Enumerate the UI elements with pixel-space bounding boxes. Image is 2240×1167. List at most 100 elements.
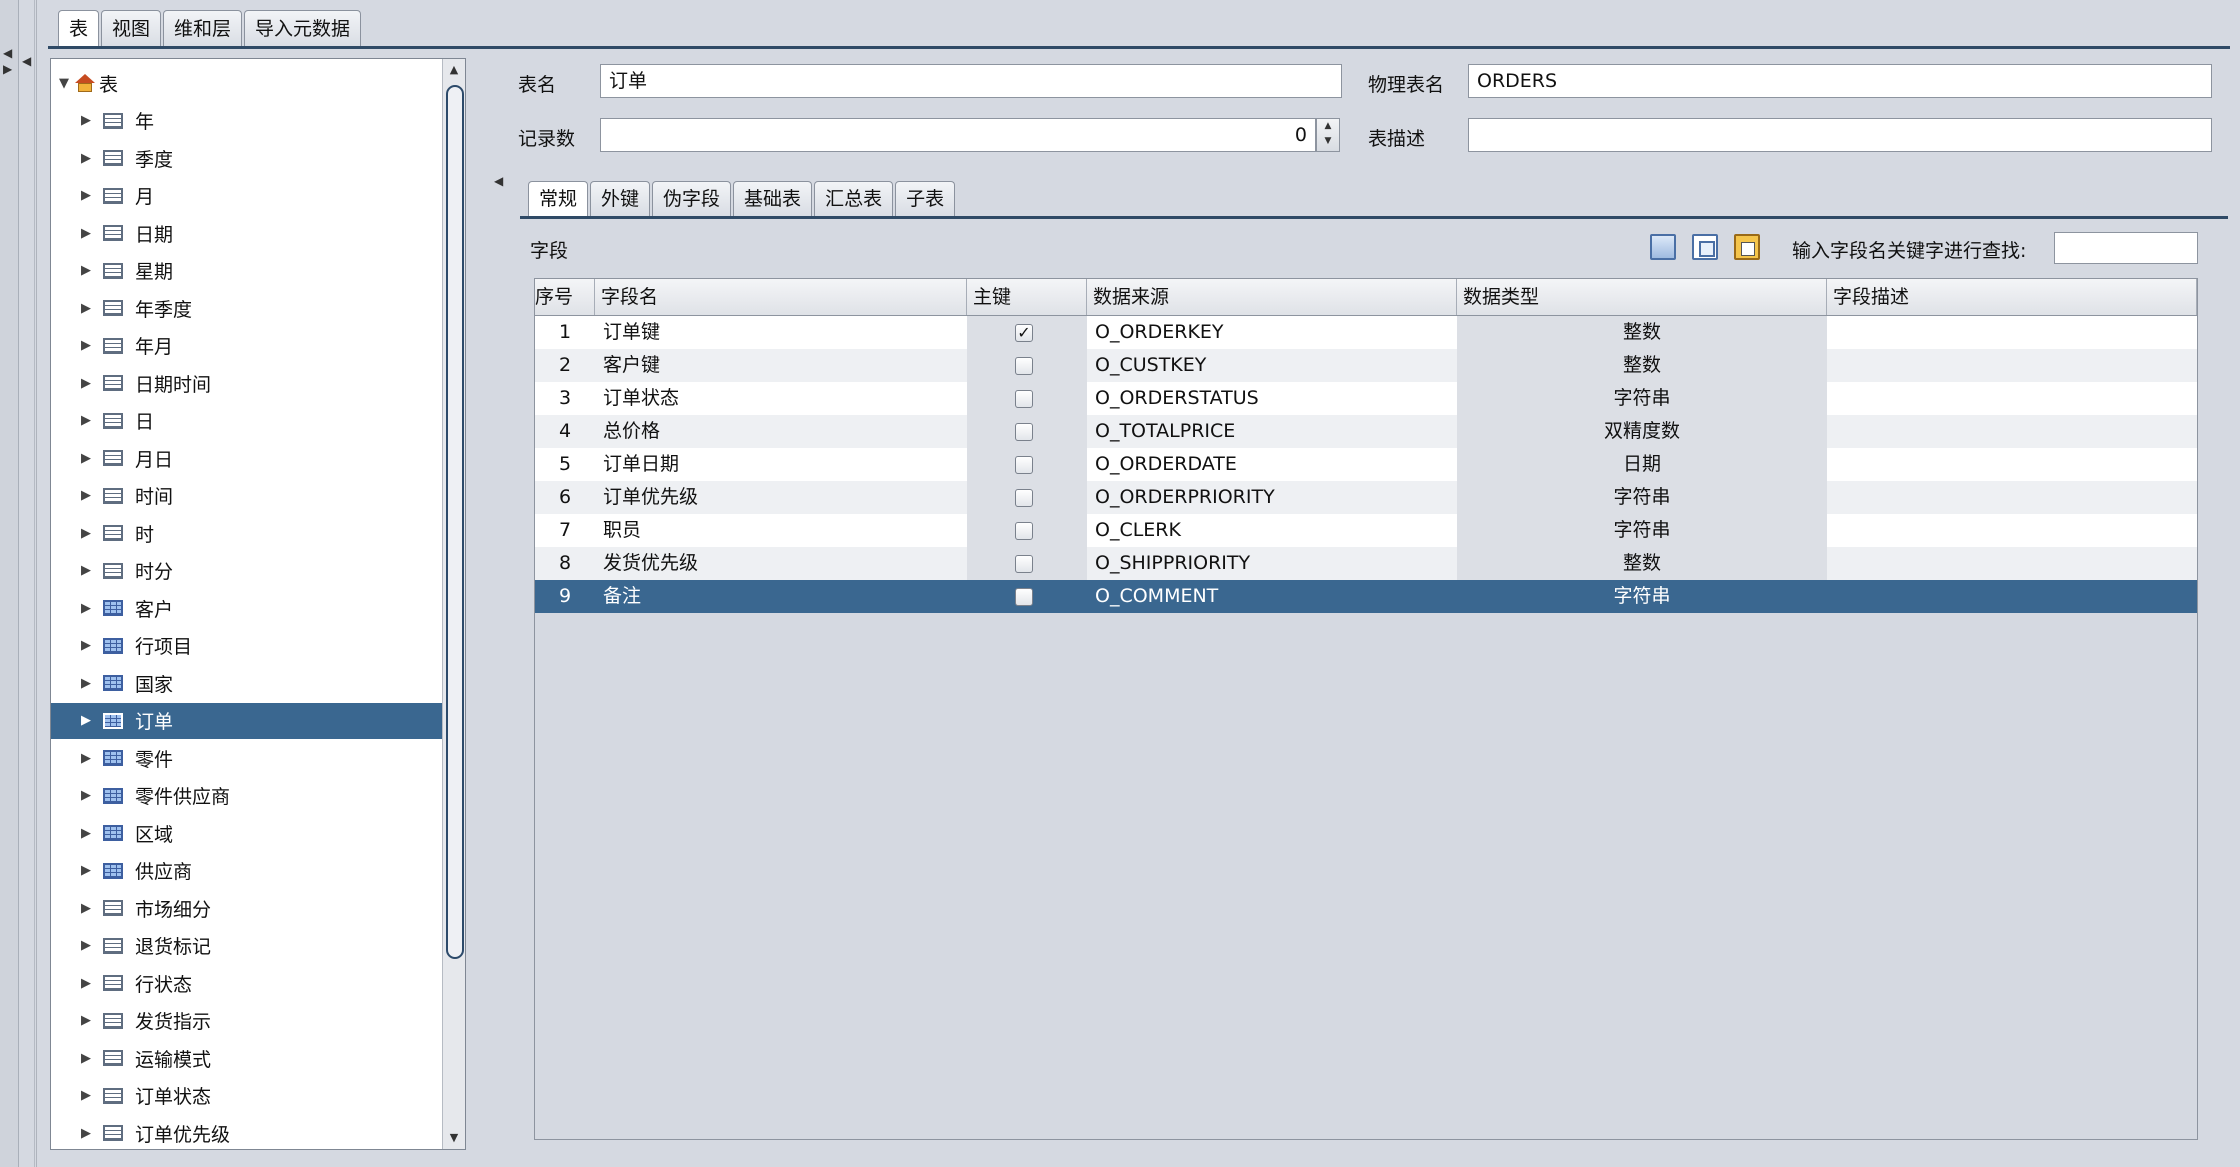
- description-input[interactable]: [1468, 118, 2212, 152]
- cell-primary-key[interactable]: [967, 481, 1087, 514]
- add-field-icon[interactable]: [1650, 234, 1676, 260]
- field-search-input[interactable]: [2054, 232, 2198, 264]
- tree-item[interactable]: ▶ 年季度: [51, 290, 465, 326]
- expand-triangle-icon[interactable]: ▶: [79, 676, 93, 691]
- splitter-left-arrow-icon[interactable]: ◀: [494, 174, 503, 188]
- primary-key-checkbox[interactable]: [1015, 489, 1033, 507]
- record-count-stepper[interactable]: ▲ ▼: [1316, 118, 1340, 152]
- tree-item[interactable]: ▶ 客户: [51, 590, 465, 626]
- cell-field-desc[interactable]: [1827, 481, 2197, 514]
- tree-item[interactable]: ▶ 发货指示: [51, 1003, 465, 1039]
- scroll-down-icon[interactable]: ▼: [443, 1127, 465, 1149]
- tab-base-tables[interactable]: 基础表: [733, 181, 813, 216]
- tree-item[interactable]: ▶ 运输模式: [51, 1040, 465, 1076]
- cell-field-desc[interactable]: [1827, 514, 2197, 547]
- cell-field-name[interactable]: 订单优先级: [595, 481, 967, 514]
- table-name-input[interactable]: 订单: [600, 64, 1342, 98]
- cell-data-source[interactable]: O_ORDERSTATUS: [1087, 382, 1457, 415]
- table-row[interactable]: 1 订单键 ✓ O_ORDERKEY 整数: [535, 316, 2197, 349]
- primary-key-checkbox[interactable]: [1015, 390, 1033, 408]
- tree-item[interactable]: ▶ 年: [51, 103, 465, 139]
- expand-triangle-icon[interactable]: ▶: [79, 1126, 93, 1141]
- paste-icon[interactable]: [1734, 234, 1760, 260]
- cell-field-name[interactable]: 备注: [595, 580, 967, 613]
- expand-triangle-icon[interactable]: ▶: [79, 751, 93, 766]
- tree-item[interactable]: ▶ 日期: [51, 215, 465, 251]
- cell-primary-key[interactable]: ✓: [967, 316, 1087, 349]
- cell-data-source[interactable]: O_ORDERPRIORITY: [1087, 481, 1457, 514]
- cell-field-name[interactable]: 订单键: [595, 316, 967, 349]
- tab-pseudo-fields[interactable]: 伪字段: [652, 181, 732, 216]
- primary-key-checkbox[interactable]: [1015, 588, 1033, 606]
- collapse-strip[interactable]: ◀ ▶: [0, 0, 19, 1167]
- cell-no[interactable]: 6: [535, 481, 595, 514]
- expand-triangle-icon[interactable]: ▶: [79, 1051, 93, 1066]
- cell-no[interactable]: 7: [535, 514, 595, 547]
- header-primary-key[interactable]: 主键: [967, 279, 1087, 315]
- cell-no[interactable]: 1: [535, 316, 595, 349]
- cell-data-type[interactable]: 字符串: [1457, 481, 1827, 514]
- expand-triangle-icon[interactable]: ▶: [79, 601, 93, 616]
- cell-primary-key[interactable]: [967, 448, 1087, 481]
- expand-arrow-icon[interactable]: ▶: [3, 62, 12, 76]
- copy-icon[interactable]: [1692, 234, 1718, 260]
- cell-field-desc[interactable]: [1827, 349, 2197, 382]
- tree-item[interactable]: ▶ 年月: [51, 328, 465, 364]
- tree-item[interactable]: ▶ 退货标记: [51, 928, 465, 964]
- tree-item[interactable]: ▶ 订单状态: [51, 1078, 465, 1114]
- expand-triangle-icon[interactable]: ▶: [79, 863, 93, 878]
- expand-triangle-icon[interactable]: ▶: [79, 151, 93, 166]
- cell-data-source[interactable]: O_ORDERKEY: [1087, 316, 1457, 349]
- expand-triangle-icon[interactable]: ▶: [79, 788, 93, 803]
- table-row[interactable]: 2 客户键 O_CUSTKEY 整数: [535, 349, 2197, 382]
- cell-data-type[interactable]: 日期: [1457, 448, 1827, 481]
- tab-dimensions[interactable]: 维和层: [163, 10, 243, 47]
- cell-data-type[interactable]: 字符串: [1457, 580, 1827, 613]
- expand-triangle-icon[interactable]: ▶: [79, 188, 93, 203]
- expand-triangle-icon[interactable]: ▶: [79, 376, 93, 391]
- scroll-up-icon[interactable]: ▲: [443, 59, 465, 81]
- tree-item[interactable]: ▶ 国家: [51, 665, 465, 701]
- table-row[interactable]: 8 发货优先级 O_SHIPPRIORITY 整数: [535, 547, 2197, 580]
- cell-no[interactable]: 5: [535, 448, 595, 481]
- tab-general[interactable]: 常规: [528, 181, 589, 216]
- header-data-type[interactable]: 数据类型: [1457, 279, 1827, 315]
- tab-tables[interactable]: 表: [58, 10, 100, 47]
- expand-triangle-icon[interactable]: ▶: [79, 226, 93, 241]
- table-row[interactable]: 5 订单日期 O_ORDERDATE 日期: [535, 448, 2197, 481]
- expand-triangle-icon[interactable]: ▶: [79, 263, 93, 278]
- splitter-arrow-icon[interactable]: ◀: [22, 54, 31, 68]
- record-count-input[interactable]: 0: [600, 118, 1316, 152]
- expand-triangle-icon[interactable]: ▶: [79, 1088, 93, 1103]
- tree-item[interactable]: ▶ 时分: [51, 553, 465, 589]
- table-row[interactable]: 4 总价格 O_TOTALPRICE 双精度数: [535, 415, 2197, 448]
- cell-field-desc[interactable]: [1827, 415, 2197, 448]
- tree-item[interactable]: ▶ 零件: [51, 740, 465, 776]
- tree-item[interactable]: ▶ 市场细分: [51, 890, 465, 926]
- collapse-arrow-icon[interactable]: ◀: [3, 46, 12, 60]
- tab-import-metadata[interactable]: 导入元数据: [244, 10, 362, 47]
- cell-data-source[interactable]: O_ORDERDATE: [1087, 448, 1457, 481]
- expand-triangle-icon[interactable]: ▶: [79, 938, 93, 953]
- cell-primary-key[interactable]: [967, 415, 1087, 448]
- expand-triangle-icon[interactable]: ▶: [79, 563, 93, 578]
- expand-triangle-icon[interactable]: ▶: [79, 488, 93, 503]
- cell-field-name[interactable]: 职员: [595, 514, 967, 547]
- cell-data-source[interactable]: O_CUSTKEY: [1087, 349, 1457, 382]
- cell-data-source[interactable]: O_COMMENT: [1087, 580, 1457, 613]
- tree-item[interactable]: ▶ 季度: [51, 140, 465, 176]
- cell-primary-key[interactable]: [967, 580, 1087, 613]
- tree-item[interactable]: ▶ 日期时间: [51, 365, 465, 401]
- tree-item[interactable]: ▶ 时: [51, 515, 465, 551]
- expand-triangle-icon[interactable]: ▶: [79, 826, 93, 841]
- tab-views[interactable]: 视图: [101, 10, 162, 47]
- cell-data-type[interactable]: 整数: [1457, 547, 1827, 580]
- cell-data-source[interactable]: O_SHIPPRIORITY: [1087, 547, 1457, 580]
- cell-field-desc[interactable]: [1827, 382, 2197, 415]
- table-row[interactable]: 6 订单优先级 O_ORDERPRIORITY 字符串: [535, 481, 2197, 514]
- tree-item[interactable]: ▶ 行状态: [51, 965, 465, 1001]
- primary-key-checkbox[interactable]: [1015, 357, 1033, 375]
- scrollbar-thumb[interactable]: [446, 85, 464, 959]
- tree-item[interactable]: ▶ 订单: [51, 702, 465, 739]
- tree-item[interactable]: ▶ 零件供应商: [51, 778, 465, 814]
